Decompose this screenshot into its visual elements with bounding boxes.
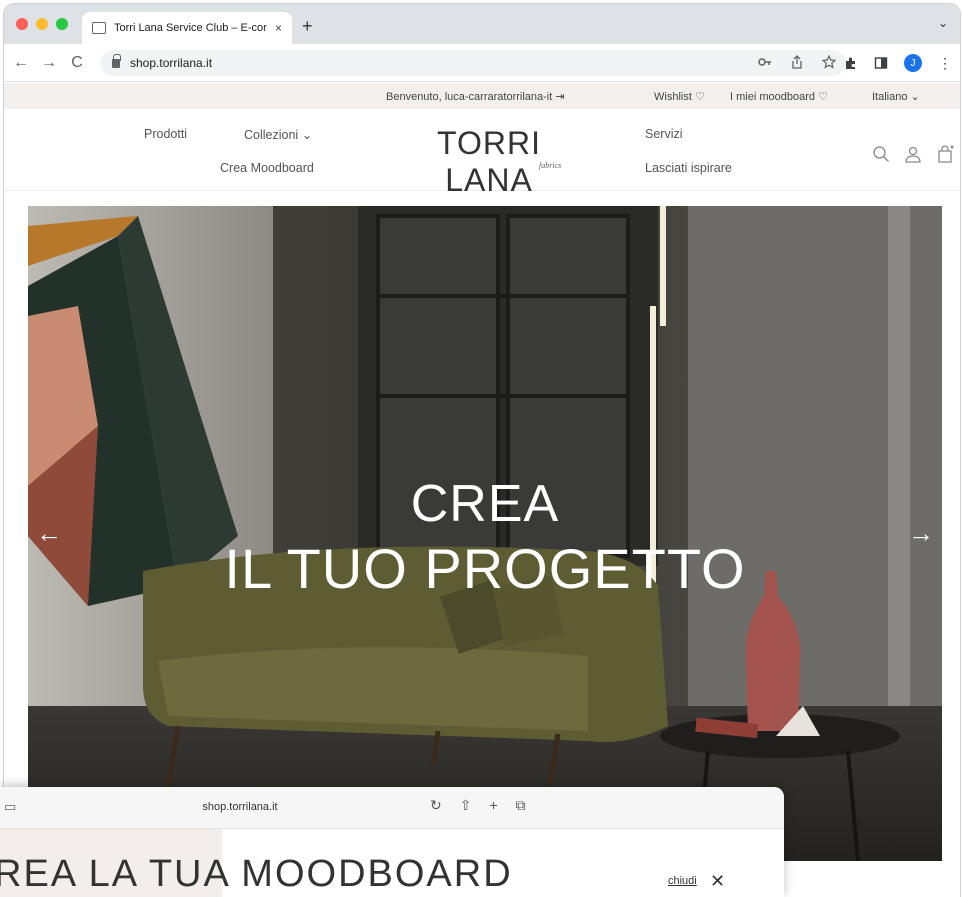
tab-overview-icon[interactable]: ▭	[4, 799, 16, 815]
browser-tab[interactable]: Torri Lana Service Club – E-cor ×	[82, 12, 292, 44]
back-button[interactable]: ←	[10, 54, 32, 72]
tab-menu-icon[interactable]: ⌄	[938, 16, 948, 30]
wishlist-link[interactable]: Wishlist ♡	[654, 90, 705, 103]
close-icon[interactable]: ✕	[710, 871, 725, 892]
maximize-window-button[interactable]	[56, 18, 68, 30]
chevron-down-icon: ⌄	[910, 91, 920, 103]
close-window-button[interactable]	[16, 18, 28, 30]
new-tab-icon[interactable]: +	[489, 797, 497, 814]
address-url: shop.torrilana.it	[130, 56, 213, 70]
share-icon[interactable]	[790, 55, 804, 69]
welcome-label: Benvenuto, luca-carraratorrilana-it	[386, 91, 553, 103]
site-header: Prodotti Collezioni ⌄ Crea Moodboard TOR…	[4, 109, 960, 198]
nav-lasciati-ispirare[interactable]: Lasciati ispirare	[645, 161, 732, 175]
welcome-text[interactable]: Benvenuto, luca-carraratorrilana-it ⇥	[386, 90, 565, 103]
moodboard-label: I miei moodboard	[730, 91, 815, 103]
logo-subtitle: fabrics	[539, 161, 562, 170]
nav-servizi[interactable]: Servizi	[645, 127, 683, 141]
lock-icon	[112, 53, 121, 68]
tabs-icon[interactable]: ⧉	[516, 797, 526, 814]
nav-crea-moodboard[interactable]: Crea Moodboard	[220, 161, 314, 175]
utility-bar: Benvenuto, luca-carraratorrilana-it ⇥ Wi…	[4, 83, 960, 109]
nav-collezioni-label: Collezioni	[244, 128, 299, 142]
language-label: Italiano	[872, 91, 908, 103]
browser-menu-icon[interactable]: ⋮	[938, 55, 952, 72]
popup-title: REA LA TUA MOODBOARD	[0, 853, 513, 895]
browser-toolbar: ← → C shop.torrilana.it J ⋮	[4, 44, 960, 82]
carousel-next-arrow[interactable]: →	[908, 518, 934, 549]
share-icon[interactable]: ⇧	[460, 797, 472, 814]
hero-title-line2: IL TUO PROGETTO	[224, 537, 746, 600]
moodboard-popup-window: ▭ shop.torrilana.it ↻ ⇧ + ⧉ REA LA TUA M…	[0, 787, 784, 897]
hero-banner: CREA IL TUO PROGETTO ← →	[28, 206, 942, 861]
popup-toolbar: ▭ shop.torrilana.it ↻ ⇧ + ⧉	[0, 787, 784, 829]
new-tab-button[interactable]: +	[302, 16, 313, 37]
side-panel-icon[interactable]	[874, 56, 888, 70]
search-icon[interactable]	[872, 145, 890, 163]
key-icon[interactable]	[758, 55, 772, 69]
moodboard-link[interactable]: I miei moodboard ♡	[730, 90, 828, 103]
heart-icon: ♡	[818, 91, 828, 103]
nav-collezioni[interactable]: Collezioni ⌄	[244, 127, 312, 142]
heart-icon: ♡	[694, 91, 705, 103]
favicon-icon	[92, 22, 106, 34]
minimize-window-button[interactable]	[36, 18, 48, 30]
forward-button[interactable]: →	[38, 54, 60, 72]
carousel-prev-arrow[interactable]: ←	[36, 518, 62, 549]
chevron-down-icon: ⌄	[301, 128, 313, 142]
bookmark-star-icon[interactable]	[822, 55, 836, 69]
extensions-icon[interactable]	[844, 56, 858, 70]
browser-window: Torri Lana Service Club – E-cor × + ⌄ ← …	[4, 4, 960, 897]
profile-avatar[interactable]: J	[904, 54, 922, 72]
tab-close-icon[interactable]: ×	[275, 21, 282, 35]
reload-icon[interactable]: ↻	[430, 797, 442, 814]
wishlist-label: Wishlist	[654, 91, 692, 103]
address-bar[interactable]: shop.torrilana.it	[100, 50, 846, 76]
language-select[interactable]: Italiano ⌄	[872, 90, 920, 103]
tab-title: Torri Lana Service Club – E-cor	[114, 22, 267, 34]
popup-close-link[interactable]: chiudi	[668, 875, 697, 887]
user-icon[interactable]	[904, 145, 922, 163]
cart-icon[interactable]	[936, 145, 954, 163]
popup-address-bar[interactable]: shop.torrilana.it	[30, 796, 450, 818]
nav-prodotti[interactable]: Prodotti	[144, 127, 187, 141]
reload-button[interactable]: C	[66, 54, 88, 72]
hero-title-line1: CREA	[410, 475, 560, 533]
logout-icon[interactable]: ⇥	[555, 91, 564, 103]
tab-strip: Torri Lana Service Club – E-cor × + ⌄	[4, 4, 960, 44]
